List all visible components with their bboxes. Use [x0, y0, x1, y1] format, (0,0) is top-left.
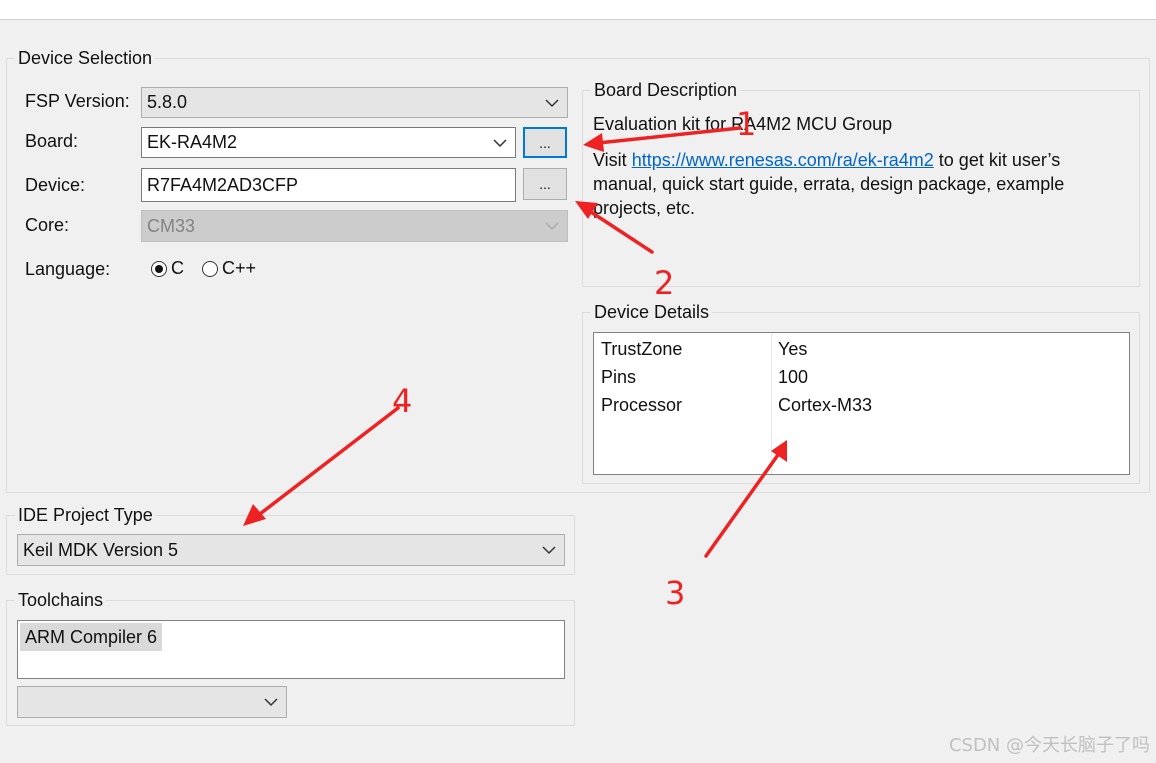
toolchain-item-arm-compiler[interactable]: ARM Compiler 6 — [20, 623, 163, 651]
device-selection-title: Device Selection — [15, 47, 156, 69]
core-dropdown: CM33 — [141, 210, 568, 242]
chevron-down-icon — [545, 222, 559, 231]
chevron-down-icon — [545, 98, 559, 107]
details-key-processor: Processor — [601, 395, 683, 415]
fsp-version-label: FSP Version: — [25, 91, 130, 111]
board-description-line1: Evaluation kit for RA4M2 MCU Group — [593, 114, 893, 134]
details-column-divider — [771, 333, 772, 474]
language-option-c: C — [171, 258, 184, 278]
board-description-line2: Visit https://www.renesas.com/ra/ek-ra4m… — [593, 148, 1123, 220]
board-label: Board: — [25, 131, 79, 151]
ide-project-type-title: IDE Project Type — [15, 504, 156, 526]
language-radio-cpp[interactable]: C++ — [202, 258, 256, 279]
chevron-down-icon — [542, 546, 556, 555]
device-value: R7FA4M2AD3CFP — [147, 174, 299, 195]
board-description-title: Board Description — [591, 79, 741, 101]
details-key-trustzone: TrustZone — [601, 339, 683, 359]
visit-prefix: Visit — [593, 150, 632, 170]
kit-link[interactable]: https://www.renesas.com/ra/ek-ra4m2 — [632, 150, 934, 170]
radio-checked-icon — [151, 260, 167, 277]
details-value-trustzone: Yes — [778, 339, 808, 359]
toolchains-list[interactable]: ARM Compiler 6 — [17, 620, 565, 679]
board-value: EK-RA4M2 — [147, 132, 238, 152]
device-details-title: Device Details — [591, 301, 713, 323]
fsp-version-dropdown[interactable]: 5.8.0 — [141, 87, 568, 118]
annotation-number-3: 3 — [665, 574, 686, 612]
board-dropdown[interactable]: EK-RA4M2 — [141, 127, 516, 158]
chevron-down-icon — [264, 698, 278, 707]
core-value: CM33 — [147, 215, 196, 236]
ide-project-type-value: Keil MDK Version 5 — [23, 539, 179, 560]
annotation-number-4: 4 — [392, 382, 413, 420]
device-details-table: TrustZone Yes Pins 100 Processor Cortex-… — [593, 332, 1130, 475]
annotation-number-1: 1 — [736, 105, 757, 143]
ide-project-type-dropdown[interactable]: Keil MDK Version 5 — [17, 534, 565, 566]
details-value-pins: 100 — [778, 367, 809, 387]
device-field[interactable]: R7FA4M2AD3CFP — [141, 168, 516, 202]
language-label: Language: — [25, 259, 111, 279]
device-browse-button[interactable]: ... — [523, 168, 567, 200]
board-description-text: Evaluation kit for RA4M2 MCU Group Visit… — [593, 112, 1123, 220]
watermark: CSDN @今天长脑子了吗 — [948, 735, 1150, 756]
toolchain-version-dropdown[interactable] — [17, 686, 287, 718]
language-option-cpp: C++ — [222, 258, 257, 278]
radio-unchecked-icon — [202, 260, 218, 277]
toolchains-title: Toolchains — [15, 589, 107, 611]
top-bar — [0, 0, 1156, 20]
language-radio-c[interactable]: C — [151, 258, 184, 279]
chevron-down-icon — [493, 138, 507, 147]
fsp-version-value: 5.8.0 — [147, 92, 188, 112]
details-value-processor: Cortex-M33 — [778, 395, 873, 415]
core-label: Core: — [25, 215, 70, 235]
details-key-pins: Pins — [601, 367, 637, 387]
device-label: Device: — [25, 175, 86, 195]
toolchain-item-label: ARM Compiler 6 — [25, 626, 158, 647]
board-browse-button[interactable]: ... — [523, 127, 567, 158]
annotation-number-2: 2 — [654, 264, 675, 302]
